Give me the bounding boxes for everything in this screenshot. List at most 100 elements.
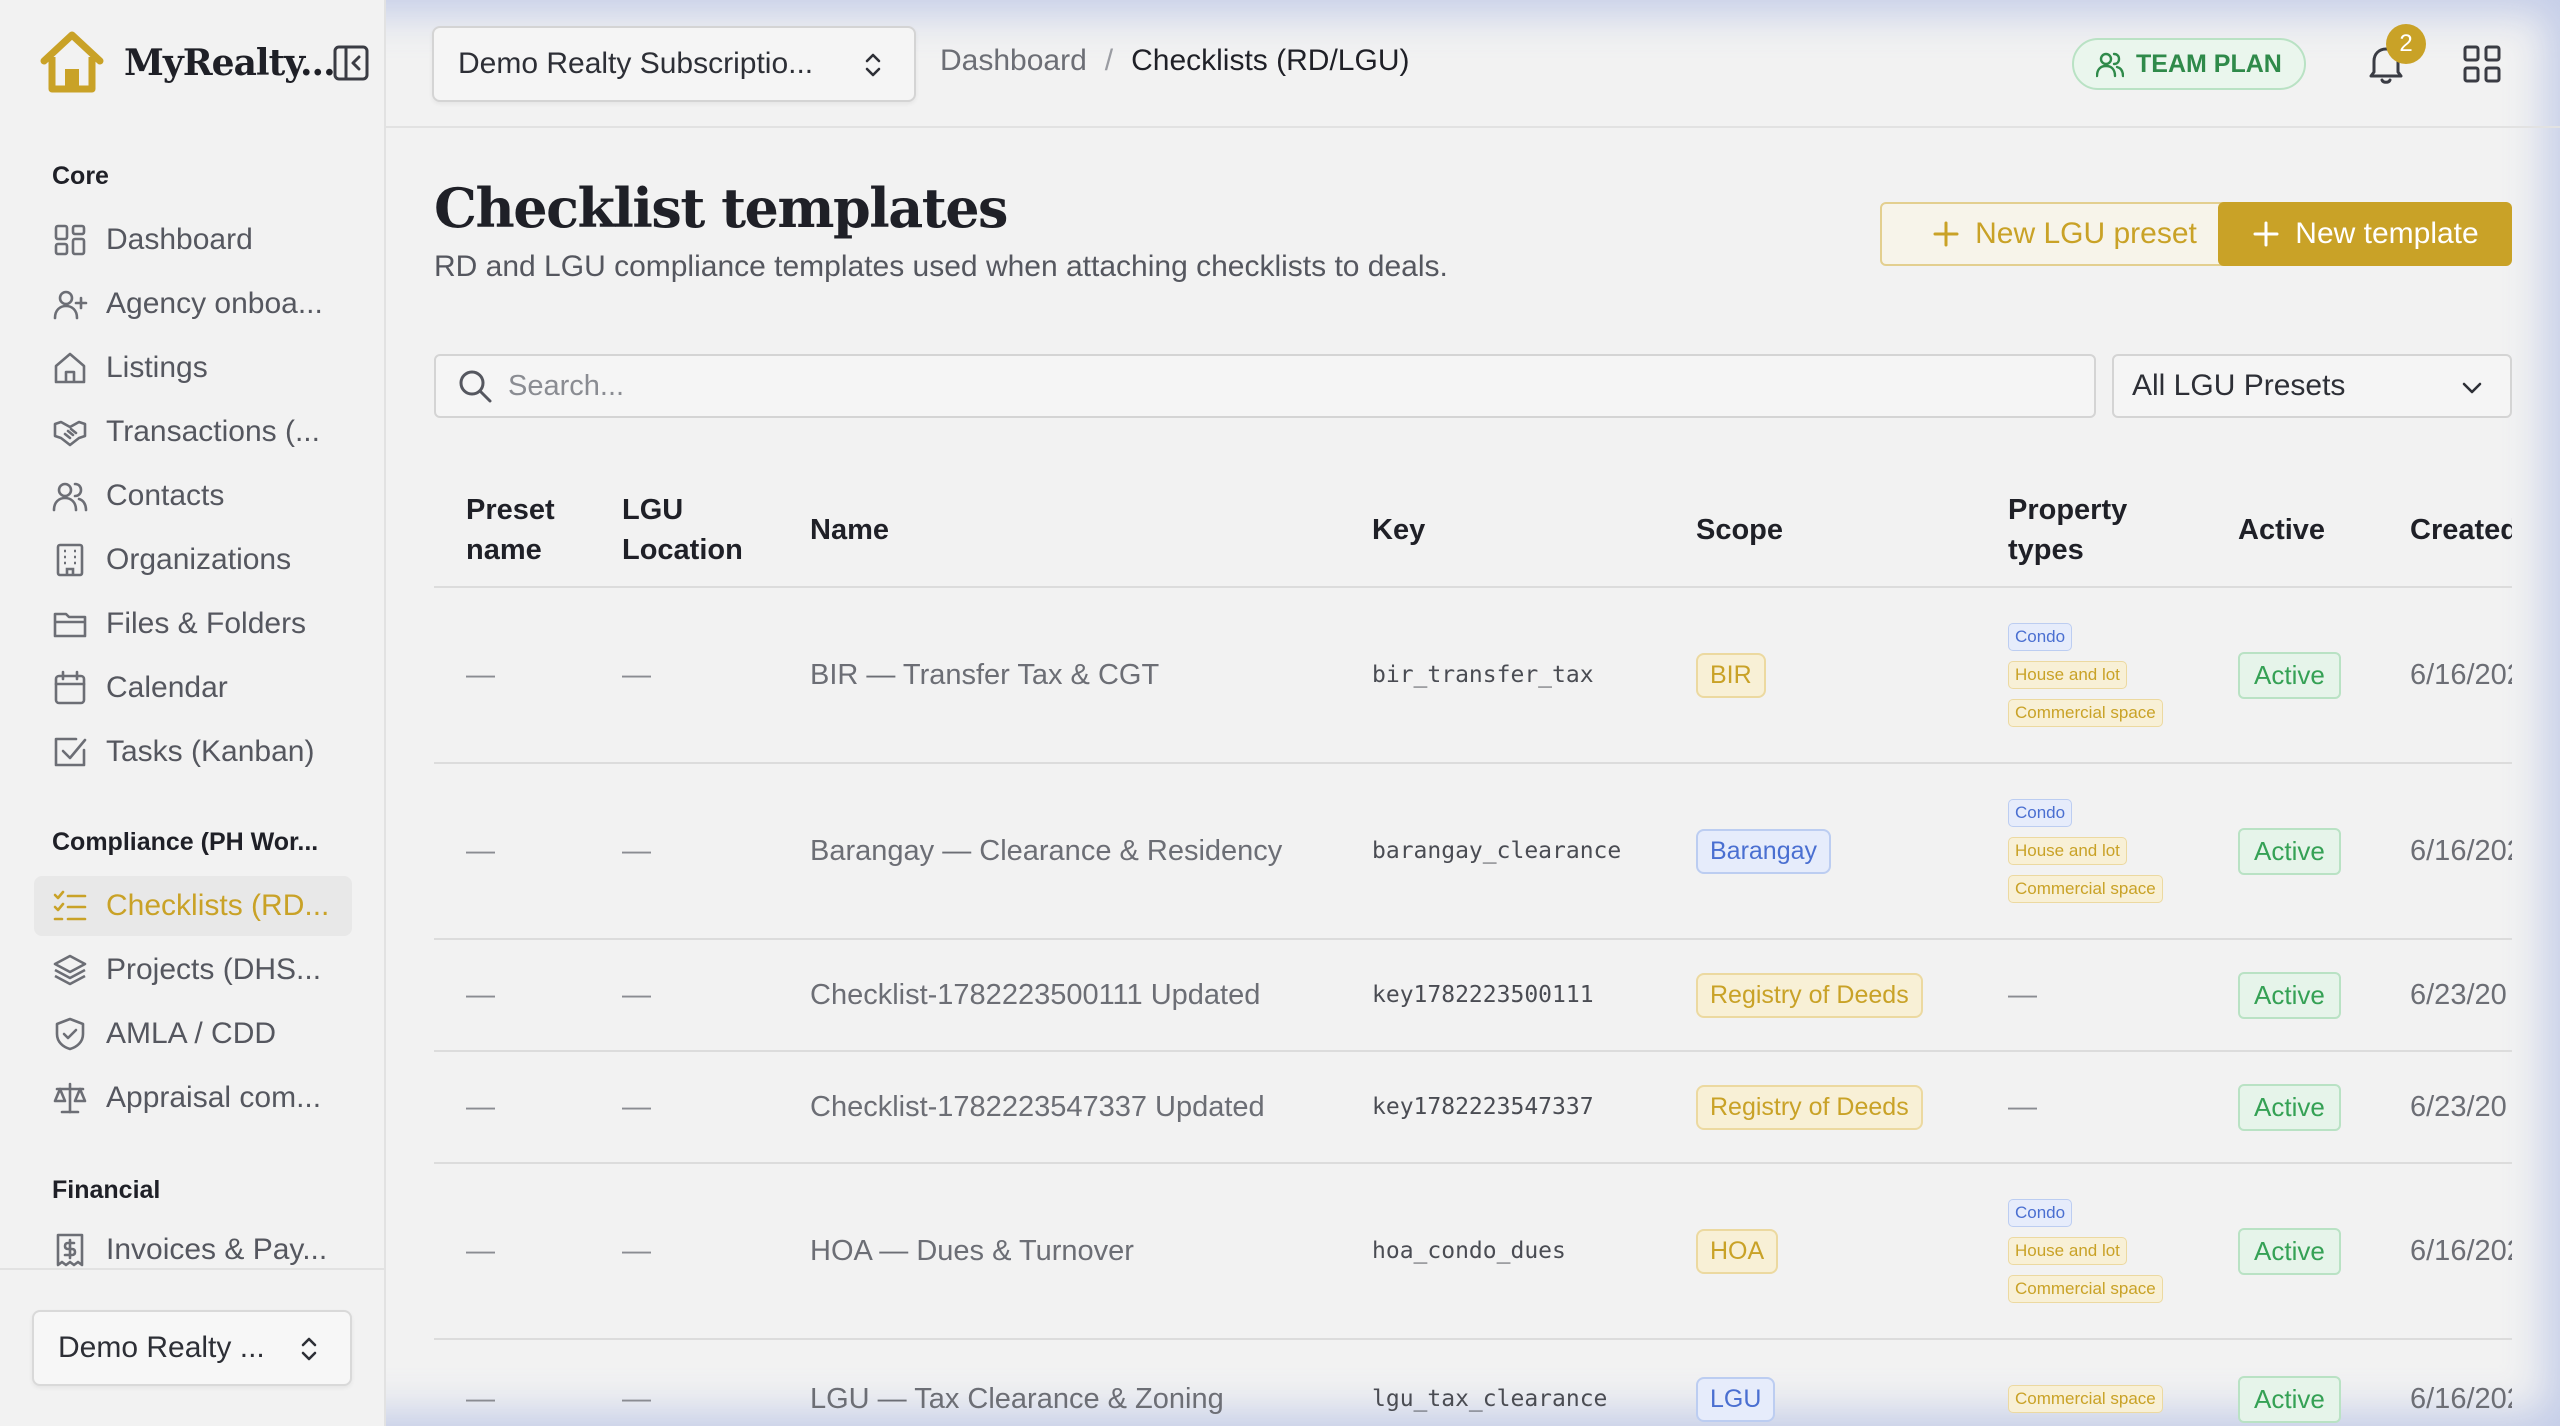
lgu-preset-filter-value: All LGU Presets	[2132, 369, 2346, 402]
property-type-tag: Condo	[2008, 799, 2073, 827]
team-plan-label: TEAM PLAN	[2136, 49, 2282, 78]
subscription-selector-label: Demo Realty Subscriptio...	[458, 47, 814, 80]
sidebar-item-label: Files & Folders	[106, 607, 307, 640]
templates-table: Preset name LGU Location Name Key Scope …	[434, 474, 2512, 1426]
sidebar-item-label: AMLA / CDD	[106, 1017, 277, 1050]
table-row[interactable]: — — Checklist-1782223500111 Updated key1782…	[434, 940, 2512, 1052]
sidebar-item-appraisal[interactable]: Appraisal com...	[34, 1068, 352, 1128]
active-status-badge: Active	[2238, 827, 2341, 875]
cell-preset-name: —	[466, 834, 495, 867]
cell-created: 6/23/20	[2410, 978, 2507, 1011]
nav-section-core: Core	[52, 162, 109, 190]
sidebar-item-dashboard[interactable]: Dashboard	[34, 210, 352, 270]
header-lgu-location[interactable]: LGU Location	[622, 474, 772, 586]
cell-lgu-location: —	[622, 1382, 651, 1415]
cell-name[interactable]: HOA — Dues & Turnover	[810, 1164, 1350, 1338]
cell-key: lgu_tax_clearance	[1372, 1386, 1608, 1412]
sidebar-item-contacts[interactable]: Contacts	[34, 466, 352, 526]
header-active[interactable]: Active	[2238, 474, 2378, 586]
cell-lgu-location: —	[622, 1090, 651, 1123]
table-row[interactable]: — — Barangay — Clearance & Residency barang…	[434, 764, 2512, 940]
cell-scope: Registry of Deeds	[1696, 1052, 1996, 1162]
user-plus-icon	[53, 290, 88, 320]
subscription-selector[interactable]: Demo Realty Subscriptio...	[432, 26, 916, 102]
sidebar-item-calendar[interactable]: Calendar	[34, 658, 352, 718]
sidebar-item-listings[interactable]: Listings	[34, 338, 352, 398]
search-box[interactable]	[434, 354, 2096, 418]
table-row[interactable]: — — HOA — Dues & Turnover hoa_condo_dues HOA…	[434, 1164, 2512, 1340]
search-input[interactable]	[508, 369, 2068, 403]
sidebar-item-agency-onboarding[interactable]: Agency onboa...	[34, 274, 352, 334]
cell-name[interactable]: Checklist-1782223547337 Updated	[810, 1052, 1350, 1162]
property-type-tag: Commercial space	[2008, 1385, 2163, 1413]
header-name[interactable]: Name	[810, 474, 1110, 586]
header-property-types[interactable]: Property types	[2008, 474, 2148, 586]
property-type-tags: Commercial space	[2008, 1385, 2163, 1413]
cell-scope: LGU	[1696, 1340, 1996, 1426]
sidebar-item-amla-cdd[interactable]: AMLA / CDD	[34, 1004, 352, 1064]
active-status-badge: Active	[2238, 971, 2341, 1019]
sidebar-item-tasks-kanban[interactable]: Tasks (Kanban)	[34, 722, 352, 782]
sidebar-item-label: Checklists (RD...	[106, 889, 330, 922]
scope-badge: HOA	[1696, 1228, 1779, 1274]
team-plan-badge[interactable]: TEAM PLAN	[2072, 38, 2306, 90]
cell-preset-name: —	[466, 1234, 495, 1267]
table-header: Preset name LGU Location Name Key Scope …	[434, 474, 2512, 588]
header-preset-name[interactable]: Preset name	[466, 474, 616, 586]
cell-property-types: Condo House and lot Commercial space	[2008, 1164, 2208, 1338]
sidebar-item-label: Contacts	[106, 479, 225, 512]
cell-scope: BIR	[1696, 588, 1996, 762]
cell-active: Active	[2238, 588, 2398, 762]
cell-lgu-location: —	[622, 834, 651, 867]
sidebar-item-label: Listings	[106, 351, 208, 384]
sidebar-item-transactions[interactable]: Transactions (...	[34, 402, 352, 462]
new-lgu-preset-button[interactable]: New LGU preset	[1880, 202, 2248, 266]
breadcrumb-separator: /	[1104, 44, 1114, 77]
calendar-icon	[54, 670, 86, 705]
sidebar-item-label: Agency onboa...	[106, 287, 323, 320]
header-scope[interactable]: Scope	[1696, 474, 1896, 586]
active-status-badge: Active	[2238, 1227, 2341, 1275]
dashboard-icon	[54, 224, 86, 256]
collapse-sidebar-icon[interactable]	[332, 44, 370, 82]
sidebar-item-label: Invoices & Pay...	[106, 1233, 328, 1266]
property-type-tag: Commercial space	[2008, 699, 2163, 727]
cell-name[interactable]: LGU — Tax Clearance & Zoning	[810, 1340, 1350, 1426]
header-created[interactable]: Created	[2410, 474, 2512, 586]
handshake-icon	[53, 420, 87, 447]
table-row[interactable]: — — Checklist-1782223547337 Updated key1782…	[434, 1052, 2512, 1164]
breadcrumb-dashboard[interactable]: Dashboard	[940, 44, 1087, 78]
table-row[interactable]: — — LGU — Tax Clearance & Zoning lgu_tax_cl…	[434, 1340, 2512, 1426]
sidebar-item-projects[interactable]: Projects (DHS...	[34, 940, 352, 1000]
new-template-button[interactable]: New template	[2218, 202, 2512, 266]
cell-key: bir_transfer_tax	[1372, 662, 1594, 688]
cell-lgu-location: —	[622, 658, 651, 691]
header-key[interactable]: Key	[1372, 474, 1572, 586]
cell-name[interactable]: BIR — Transfer Tax & CGT	[810, 588, 1350, 762]
property-type-tags: Condo House and lot Commercial space	[2008, 623, 2163, 727]
org-switcher[interactable]: Demo Realty ...	[32, 1310, 352, 1386]
new-lgu-preset-label: New LGU preset	[1975, 217, 2197, 250]
cell-name[interactable]: Barangay — Clearance & Residency	[810, 764, 1350, 938]
property-type-tags: Condo House and lot Commercial space	[2008, 799, 2163, 903]
sidebar-item-organizations[interactable]: Organizations	[34, 530, 352, 590]
table-row[interactable]: — — BIR — Transfer Tax & CGT bir_transfer_t…	[434, 588, 2512, 764]
sidebar: MyRealty... Core Dashboard Agency onboa.…	[0, 0, 386, 1426]
property-type-tag: House and lot	[2008, 1237, 2127, 1265]
page-subtitle: RD and LGU compliance templates used whe…	[434, 250, 1448, 283]
apps-grid-icon[interactable]	[2460, 42, 2504, 86]
lgu-preset-filter[interactable]: All LGU Presets	[2112, 354, 2512, 418]
cell-key: hoa_condo_dues	[1372, 1238, 1566, 1264]
scope-badge: BIR	[1696, 652, 1766, 698]
sidebar-item-label: Projects (DHS...	[106, 953, 322, 986]
cell-active: Active	[2238, 1052, 2398, 1162]
sidebar-item-files-folders[interactable]: Files & Folders	[34, 594, 352, 654]
cell-key: key1782223547337	[1372, 1094, 1594, 1120]
check-square-icon	[54, 737, 87, 767]
sidebar-item-checklists[interactable]: Checklists (RD...	[34, 876, 352, 936]
cell-active: Active	[2238, 1340, 2398, 1426]
cell-name[interactable]: Checklist-1782223500111 Updated	[810, 940, 1350, 1050]
cell-preset-name: —	[466, 1382, 495, 1415]
brand[interactable]: MyRealty...	[36, 28, 336, 98]
list-checks-icon	[53, 890, 87, 921]
